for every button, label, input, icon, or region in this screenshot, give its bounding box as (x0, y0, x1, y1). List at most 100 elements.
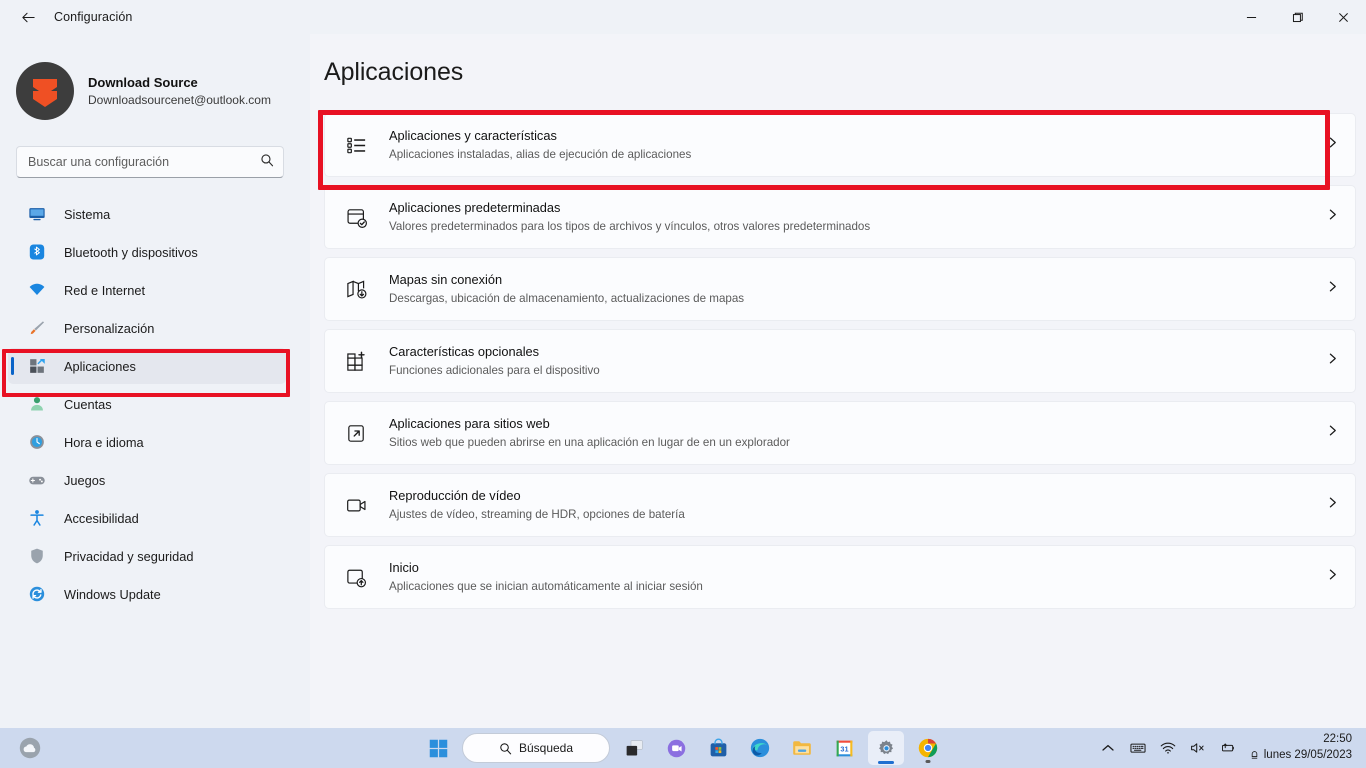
gear-icon (878, 739, 893, 754)
card-mapas-sin-conexion[interactable]: Mapas sin conexión Descargas, ubicación … (324, 257, 1356, 321)
sidebar-item-bluetooth[interactable]: Bluetooth y dispositivos (8, 234, 286, 270)
card-aplicaciones-y-caracteristicas[interactable]: Aplicaciones y características Aplicacio… (324, 113, 1356, 177)
touch-keyboard-button[interactable] (1124, 732, 1152, 764)
chat-button[interactable] (658, 731, 694, 765)
calendar-button[interactable]: 31 (826, 731, 862, 765)
card-subtitle: Aplicaciones instaladas, alias de ejecuc… (389, 148, 692, 162)
card-aplicaciones-predeterminadas[interactable]: Aplicaciones predeterminadas Valores pre… (324, 185, 1356, 249)
search-input[interactable] (28, 155, 260, 169)
taskbar-search-label: Búsqueda (518, 741, 574, 755)
card-aplicaciones-para-sitios-web[interactable]: Aplicaciones para sitios web Sitios web … (324, 401, 1356, 465)
shield-icon (26, 545, 48, 567)
settings-card-list: Aplicaciones y características Aplicacio… (324, 113, 1356, 609)
sidebar-item-label: Bluetooth y dispositivos (64, 244, 198, 260)
sidebar-item-cuentas[interactable]: Cuentas (8, 386, 286, 422)
chevron-right-icon (1326, 280, 1339, 298)
card-subtitle: Ajustes de vídeo, streaming de HDR, opci… (389, 508, 685, 522)
sidebar-item-label: Red e Internet (64, 282, 146, 298)
title-bar: Configuración (0, 0, 1366, 34)
sidebar-item-hora-idioma[interactable]: Hora e idioma (8, 424, 286, 460)
battery-tray-button[interactable] (1214, 732, 1242, 764)
card-inicio[interactable]: Inicio Aplicaciones que se inician autom… (324, 545, 1356, 609)
sidebar-item-label: Privacidad y seguridad (64, 548, 194, 564)
sidebar-item-label: Accesibilidad (64, 510, 139, 526)
chevron-up-icon (1102, 744, 1114, 751)
card-caracteristicas-opcionales[interactable]: Características opcionales Funciones adi… (324, 329, 1356, 393)
sidebar-item-sistema[interactable]: Sistema (8, 196, 286, 232)
volume-muted-icon (1190, 743, 1204, 753)
card-text: Reproducción de vídeo Ajustes de vídeo, … (389, 488, 1326, 523)
minimize-button[interactable] (1228, 0, 1274, 34)
clock-date: lunes 29/05/2023 (1263, 749, 1352, 761)
edge-button[interactable] (742, 731, 778, 765)
keyboard-icon (1130, 743, 1146, 753)
card-subtitle: Funciones adicionales para el dispositiv… (389, 364, 600, 378)
store-bag-icon (710, 738, 726, 756)
card-reproduccion-de-video[interactable]: Reproducción de vídeo Ajustes de vídeo, … (324, 473, 1356, 537)
card-text: Mapas sin conexión Descargas, ubicación … (389, 272, 1326, 307)
grid-plus-icon (339, 344, 373, 378)
sidebar-item-personalizacion[interactable]: Personalización (8, 310, 286, 346)
gamepad-icon (26, 469, 48, 491)
task-view-icon (626, 739, 643, 755)
chevron-right-icon (1326, 208, 1339, 226)
chrome-button[interactable] (910, 731, 946, 765)
taskbar-search-button[interactable]: Búsqueda (462, 733, 610, 763)
sidebar-item-windows-update[interactable]: Windows Update (8, 576, 286, 612)
system-tray: 22:50 lunes 29/05/2023 (1094, 728, 1362, 768)
double-chevron-down-avatar (33, 79, 57, 107)
sidebar-item-privacidad[interactable]: Privacidad y seguridad (8, 538, 286, 574)
volume-tray-button[interactable] (1184, 732, 1212, 764)
list-bullets-icon (339, 128, 373, 162)
chevron-right-icon (1326, 352, 1339, 370)
window-controls (1228, 0, 1366, 34)
tray-overflow-button[interactable] (1094, 732, 1122, 764)
sidebar-item-label: Juegos (64, 472, 106, 488)
apps-grid-icon (26, 355, 48, 377)
battery-charging-icon (1221, 743, 1234, 752)
sidebar-item-aplicaciones[interactable]: Aplicaciones (8, 348, 286, 384)
clock-time: 22:50 (1323, 733, 1352, 746)
sidebar-item-juegos[interactable]: Juegos (8, 462, 286, 498)
maximize-button[interactable] (1274, 0, 1320, 34)
task-view-button[interactable] (616, 731, 652, 765)
card-text: Características opcionales Funciones adi… (389, 344, 1326, 379)
card-title: Características opcionales (389, 343, 540, 359)
sidebar-item-red-internet[interactable]: Red e Internet (8, 272, 286, 308)
search-icon (260, 153, 274, 172)
clock-date-row: lunes 29/05/2023 (1250, 748, 1352, 764)
settings-window: Configuración Download Source Downloadso… (0, 0, 1366, 768)
user-profile[interactable]: Download Source Downloadsourcenet@outloo… (16, 58, 286, 124)
bluetooth-icon (26, 241, 48, 263)
back-button[interactable] (10, 2, 46, 32)
card-title: Aplicaciones para sitios web (389, 415, 550, 431)
wifi-tray-button[interactable] (1154, 732, 1182, 764)
file-explorer-button[interactable] (784, 731, 820, 765)
person-icon (26, 393, 48, 415)
microsoft-store-button[interactable] (700, 731, 736, 765)
calendar-31-icon: 31 (835, 739, 853, 757)
card-text: Aplicaciones y características Aplicacio… (389, 128, 1326, 163)
card-text: Aplicaciones para sitios web Sitios web … (389, 416, 1326, 451)
card-text: Aplicaciones predeterminadas Valores pre… (389, 200, 1326, 235)
search-box[interactable] (16, 146, 284, 178)
external-link-icon (339, 416, 373, 450)
main-content: Aplicaciones Aplicaciones y característi… (310, 34, 1366, 728)
profile-name: Download Source (88, 74, 198, 90)
settings-button[interactable] (868, 731, 904, 765)
sidebar-item-label: Windows Update (64, 586, 161, 602)
card-title: Inicio (389, 559, 419, 575)
sidebar-item-label: Sistema (64, 206, 111, 222)
sidebar-item-label: Personalización (64, 320, 155, 336)
paintbrush-icon (26, 317, 48, 339)
taskbar-clock[interactable]: 22:50 lunes 29/05/2023 (1244, 732, 1362, 763)
sidebar-item-accesibilidad[interactable]: Accesibilidad (8, 500, 286, 536)
window-title: Configuración (54, 10, 133, 24)
clock-icon (26, 431, 48, 453)
close-button[interactable] (1320, 0, 1366, 34)
page-title: Aplicaciones (324, 58, 464, 86)
start-button[interactable] (420, 731, 456, 765)
card-subtitle: Aplicaciones que se inician automáticame… (389, 580, 703, 594)
startup-arrow-icon (339, 560, 373, 594)
notification-bell-icon (1251, 751, 1257, 759)
